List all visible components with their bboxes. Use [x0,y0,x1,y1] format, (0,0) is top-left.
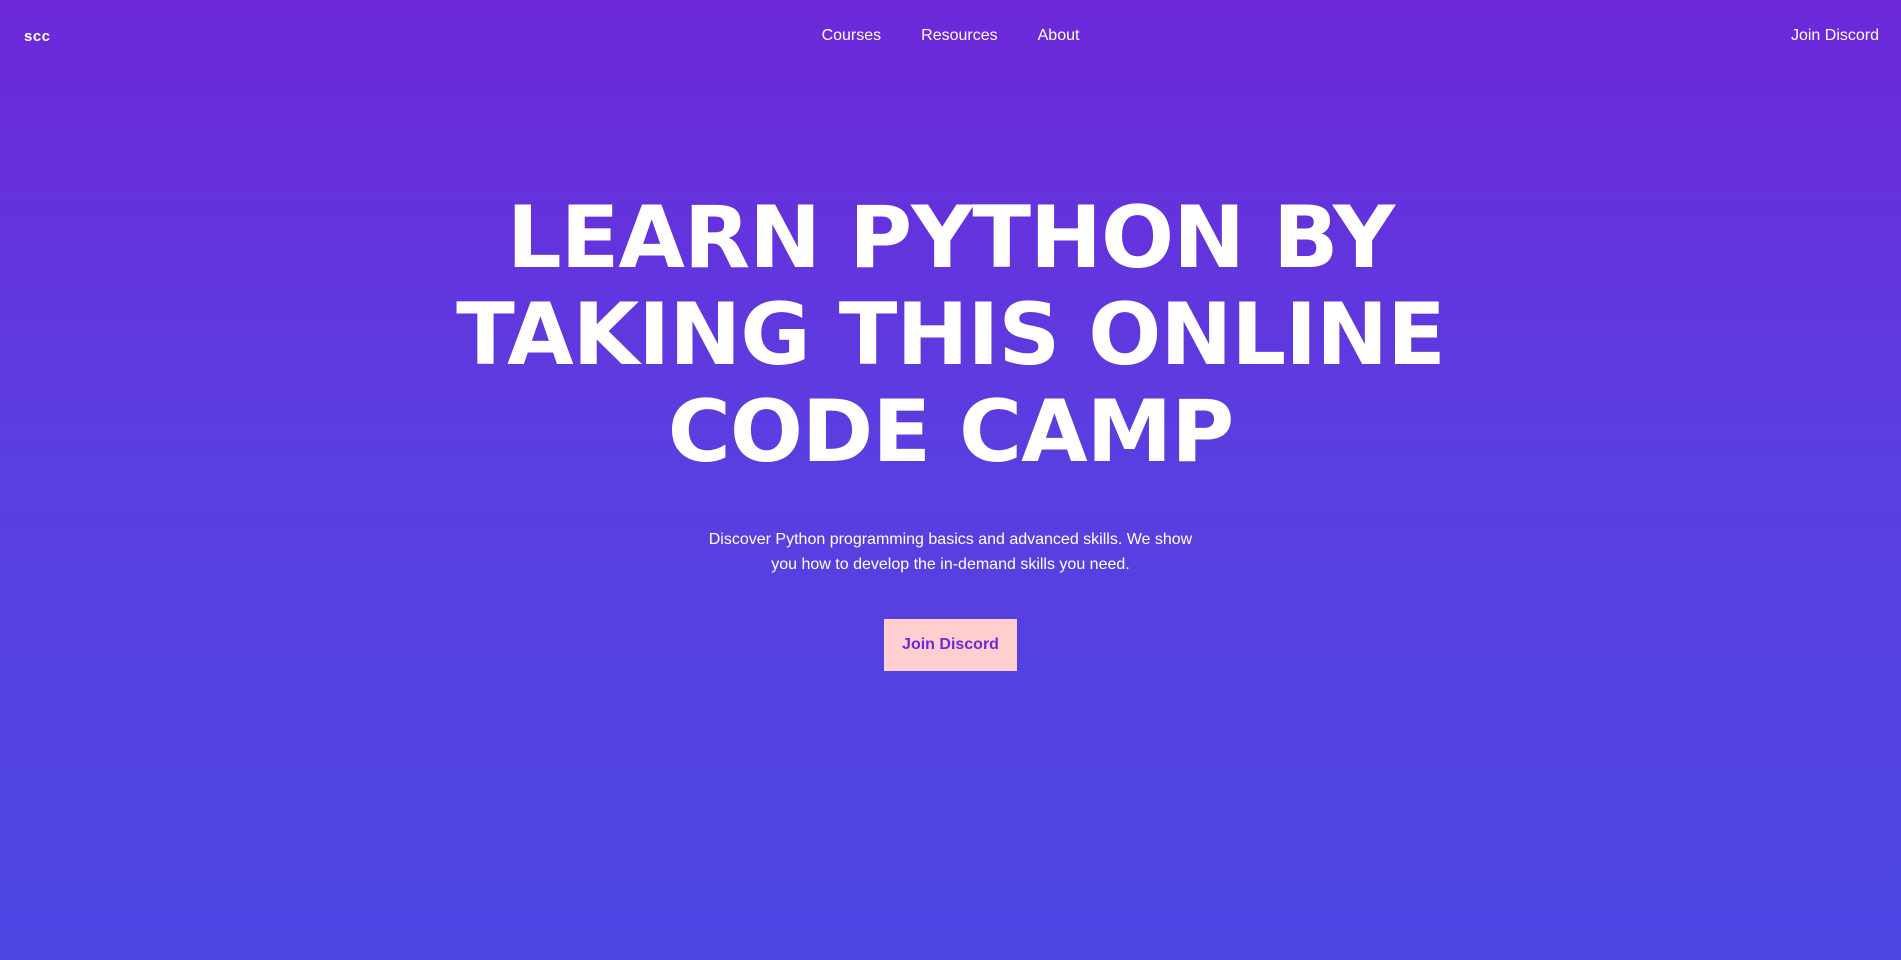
nav-item-resources[interactable]: Resources [921,27,997,45]
hero-subtitle: Discover Python programming basics and a… [708,531,1193,573]
join-discord-nav-link[interactable]: Join Discord [1791,27,1879,45]
top-navbar: scc Courses Resources About Join Discord [0,0,1901,74]
join-discord-button[interactable]: Join Discord [884,619,1017,671]
hero-section: LEARN PYTHON BY TAKING THIS ONLINE CODE … [0,190,1901,671]
nav-item-courses[interactable]: Courses [822,27,882,45]
hero-title: LEARN PYTHON BY TAKING THIS ONLINE CODE … [456,188,1446,482]
site-logo[interactable]: scc [24,28,51,45]
main-nav: Courses Resources About [0,27,1901,45]
nav-item-about[interactable]: About [1038,27,1080,45]
